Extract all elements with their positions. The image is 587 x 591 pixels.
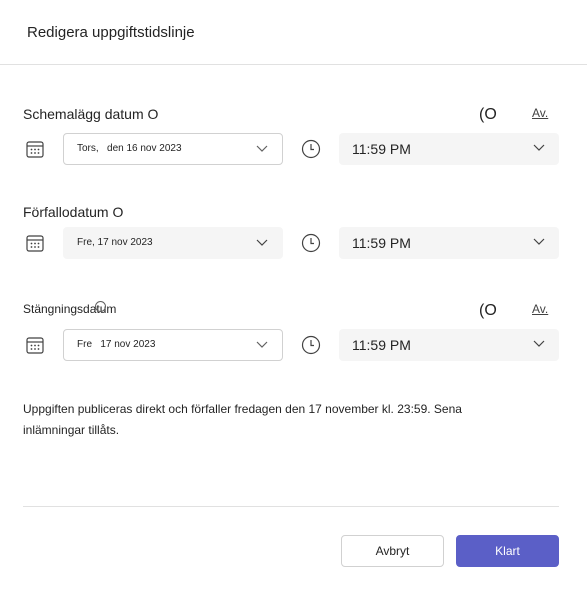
footer-divider <box>23 506 559 507</box>
close-toggle-state: Av. <box>532 302 549 316</box>
chevron-down-icon <box>256 341 268 348</box>
schedule-time-value: 11:59 PM <box>352 141 411 157</box>
info-icon <box>95 301 106 312</box>
done-button[interactable]: Klart <box>456 535 559 567</box>
close-time-picker[interactable]: 11:59 PM <box>339 329 559 361</box>
cancel-button[interactable]: Avbryt <box>341 535 444 567</box>
calendar-icon <box>26 235 44 252</box>
close-date-value: Fre 17 nov 2023 <box>77 339 156 350</box>
schedule-date-value: Tors, den 16 nov 2023 <box>77 143 182 154</box>
chevron-down-icon <box>256 239 268 246</box>
due-time-picker[interactable]: 11:59 PM <box>339 227 559 259</box>
due-date-value: Fre, 17 nov 2023 <box>77 237 153 248</box>
schedule-time-picker[interactable]: 11:59 PM <box>339 133 559 165</box>
calendar-icon <box>26 337 44 354</box>
close-time-value: 11:59 PM <box>352 337 411 353</box>
schedule-toggle-state: Av. <box>532 106 549 120</box>
clock-icon <box>301 233 321 253</box>
due-date-picker[interactable]: Fre, 17 nov 2023 <box>63 227 283 259</box>
clock-icon <box>301 139 321 159</box>
timeline-summary: Uppgiften publiceras direkt och förfalle… <box>23 402 462 437</box>
dialog-title: Redigera uppgiftstidslinje <box>27 24 195 41</box>
chevron-down-icon <box>533 340 545 347</box>
schedule-toggle[interactable]: (O <box>479 106 497 124</box>
dialog-header: Redigera uppgiftstidslinje <box>0 0 587 65</box>
schedule-date-picker[interactable]: Tors, den 16 nov 2023 <box>63 133 283 165</box>
schedule-date-label: Schemalägg datum O <box>23 106 159 122</box>
due-time-value: 11:59 PM <box>352 235 411 251</box>
chevron-down-icon <box>533 238 545 245</box>
close-toggle[interactable]: (O <box>479 302 497 320</box>
clock-icon <box>301 335 321 355</box>
due-date-label: Förfallodatum O <box>23 204 124 220</box>
chevron-down-icon <box>256 145 268 152</box>
close-date-picker[interactable]: Fre 17 nov 2023 <box>63 329 283 361</box>
chevron-down-icon <box>533 144 545 151</box>
calendar-icon <box>26 141 44 158</box>
